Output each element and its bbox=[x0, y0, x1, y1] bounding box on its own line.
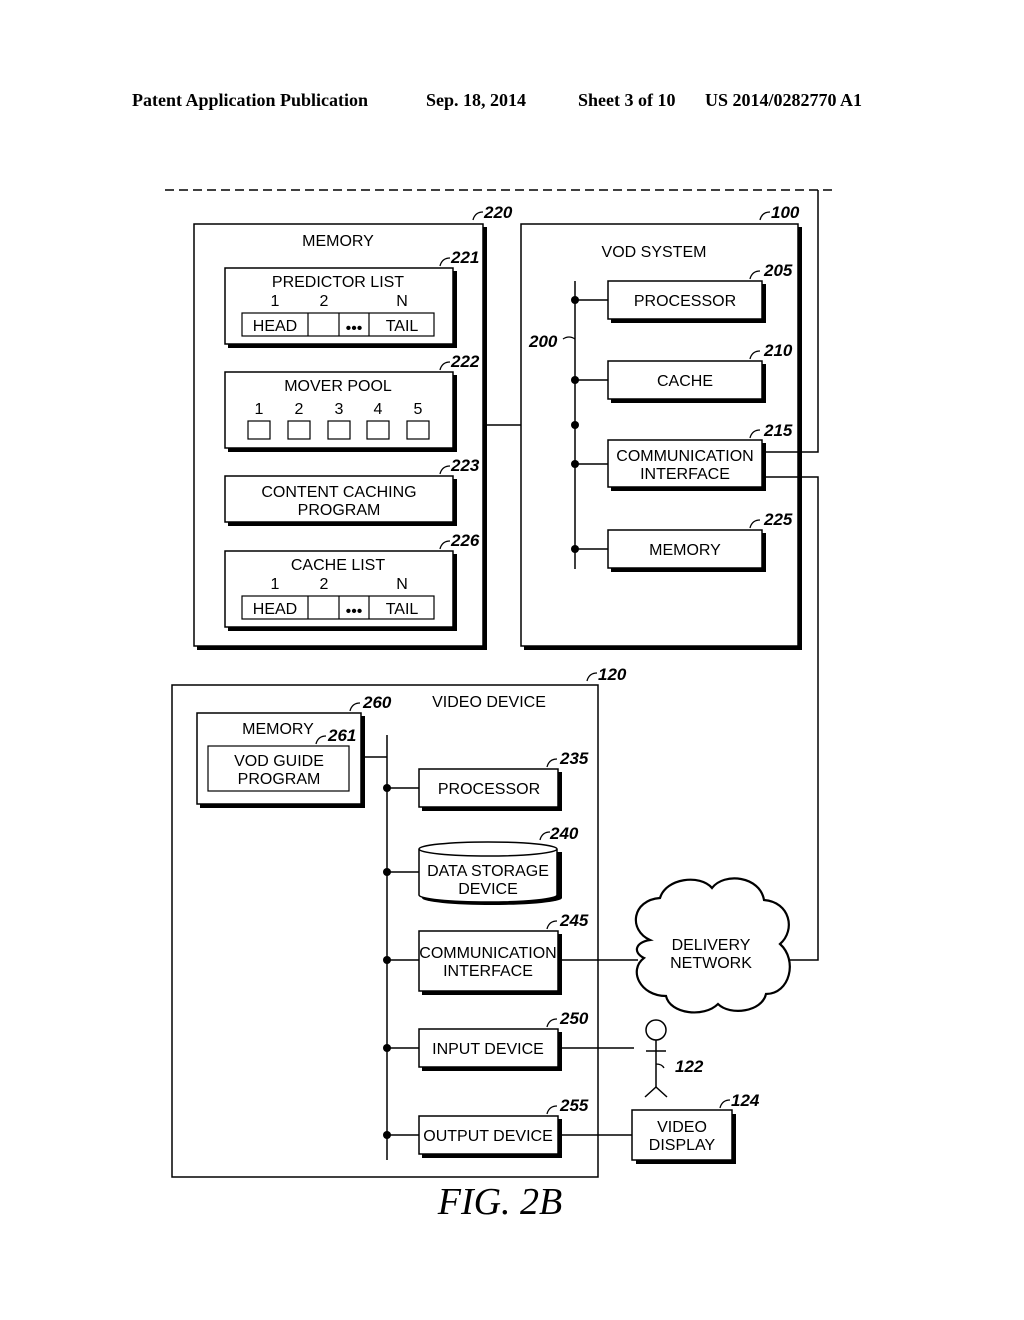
predictor-head: HEAD bbox=[253, 318, 297, 335]
vod-system-title: VOD SYSTEM bbox=[602, 244, 707, 261]
memory-220-block: MEMORY 220 221 PREDICTOR LIST 1 2 N HEAD… bbox=[193, 203, 513, 650]
ref-235: 235 bbox=[559, 749, 589, 768]
ref-261: 261 bbox=[327, 726, 356, 745]
ref-222: 222 bbox=[450, 352, 480, 371]
ref-205: 205 bbox=[763, 261, 793, 280]
cache-index-1: 1 bbox=[271, 576, 280, 593]
ref-200: 200 bbox=[528, 332, 558, 351]
device-comm-line2: INTERFACE bbox=[443, 963, 533, 980]
ref-220: 220 bbox=[483, 203, 513, 222]
vod-guide-line1: VOD GUIDE bbox=[234, 753, 324, 770]
cache-head: HEAD bbox=[253, 601, 297, 618]
video-device-block: 120 VIDEO DEVICE 260 MEMORY 261 VOD GUID… bbox=[171, 665, 627, 1178]
vod-system-block: 100 VOD SYSTEM 200 205 PROCESSOR 210 CAC… bbox=[520, 203, 802, 650]
delivery-network-line1: DELIVERY bbox=[672, 937, 751, 954]
video-display-line2: DISPLAY bbox=[649, 1137, 716, 1154]
delivery-network-line2: NETWORK bbox=[670, 955, 752, 972]
cache-index-2: 2 bbox=[320, 576, 329, 593]
vod-comm-line2: INTERFACE bbox=[640, 466, 730, 483]
device-memory-label: MEMORY bbox=[242, 721, 314, 738]
ref-215: 215 bbox=[763, 421, 793, 440]
video-display-line1: VIDEO bbox=[657, 1119, 707, 1136]
predictor-list-title: PREDICTOR LIST bbox=[272, 274, 404, 291]
predictor-index-2: 2 bbox=[320, 293, 329, 310]
cache-ellipsis: ••• bbox=[346, 603, 363, 620]
vod-comm-line1: COMMUNICATION bbox=[616, 448, 753, 465]
ref-225: 225 bbox=[763, 510, 793, 529]
vod-memory-label: MEMORY bbox=[649, 542, 721, 559]
device-processor-label: PROCESSOR bbox=[438, 781, 540, 798]
device-comm-line1: COMMUNICATION bbox=[419, 945, 556, 962]
data-storage-line2: DEVICE bbox=[458, 881, 518, 898]
mover-pool-title: MOVER POOL bbox=[284, 378, 392, 395]
ref-245: 245 bbox=[559, 911, 589, 930]
cache-index-n: N bbox=[396, 576, 408, 593]
mover-slot-label-5: 5 bbox=[414, 401, 423, 418]
ref-255: 255 bbox=[559, 1096, 589, 1115]
predictor-ellipsis: ••• bbox=[346, 320, 363, 337]
mover-slot-label-4: 4 bbox=[374, 401, 383, 418]
ref-120: 120 bbox=[598, 665, 627, 684]
ref-122: 122 bbox=[675, 1057, 704, 1076]
delivery-network-cloud: DELIVERY NETWORK bbox=[634, 877, 791, 1014]
ref-260: 260 bbox=[362, 693, 392, 712]
figure-label: FIG. 2B bbox=[437, 1181, 563, 1223]
video-device-title: VIDEO DEVICE bbox=[432, 694, 546, 711]
ref-240: 240 bbox=[549, 824, 579, 843]
ref-210: 210 bbox=[763, 341, 793, 360]
vod-cache-label: CACHE bbox=[657, 373, 713, 390]
diagram: MEMORY 220 221 PREDICTOR LIST 1 2 N HEAD… bbox=[165, 189, 835, 1223]
ref-250: 250 bbox=[559, 1009, 589, 1028]
cache-tail: TAIL bbox=[386, 601, 419, 618]
ref-223: 223 bbox=[450, 456, 480, 475]
predictor-index-n: N bbox=[396, 293, 408, 310]
vod-guide-line2: PROGRAM bbox=[238, 771, 321, 788]
output-device-label: OUTPUT DEVICE bbox=[423, 1128, 553, 1145]
input-device-label: INPUT DEVICE bbox=[432, 1041, 544, 1058]
content-caching-line2: PROGRAM bbox=[298, 502, 381, 519]
ref-226: 226 bbox=[450, 531, 480, 550]
video-display: 124 VIDEO DISPLAY bbox=[631, 1091, 760, 1164]
mover-slot-label-2: 2 bbox=[295, 401, 304, 418]
mover-slot-label-3: 3 bbox=[335, 401, 344, 418]
mover-slot-label-1: 1 bbox=[255, 401, 264, 418]
cache-list-title: CACHE LIST bbox=[291, 557, 385, 574]
memory-220-title: MEMORY bbox=[302, 233, 374, 250]
ref-100: 100 bbox=[771, 203, 800, 222]
data-storage-line1: DATA STORAGE bbox=[427, 863, 549, 880]
ref-221: 221 bbox=[450, 248, 479, 267]
ref-124: 124 bbox=[731, 1091, 760, 1110]
vod-processor-label: PROCESSOR bbox=[634, 293, 736, 310]
user-figure-icon: 122 bbox=[644, 1019, 704, 1098]
content-caching-line1: CONTENT CACHING bbox=[261, 484, 416, 501]
predictor-tail: TAIL bbox=[386, 318, 419, 335]
predictor-index-1: 1 bbox=[271, 293, 280, 310]
